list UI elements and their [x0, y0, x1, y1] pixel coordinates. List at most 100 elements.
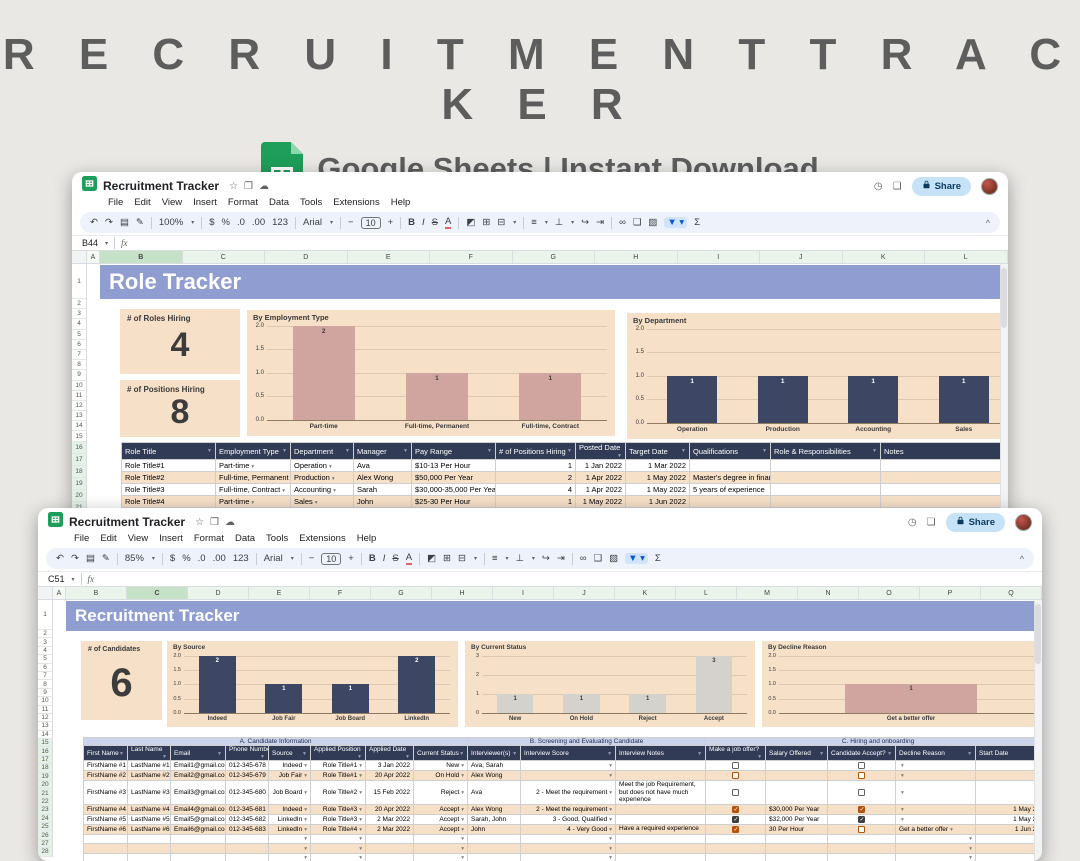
strikethrough-button[interactable]: S [432, 217, 438, 228]
cell[interactable] [828, 761, 896, 771]
column-header-D[interactable]: D [265, 251, 348, 263]
version-history-icon[interactable]: ◷ [874, 181, 883, 192]
column-header-O[interactable]: O [859, 587, 920, 599]
menu-item-view[interactable]: View [162, 197, 182, 208]
cell[interactable] [171, 853, 226, 861]
column-filter-icon[interactable]: ▼ [512, 751, 517, 757]
menu-item-data[interactable]: Data [269, 197, 289, 208]
name-box-caret[interactable]: ▾ [72, 576, 75, 583]
column-header-cell[interactable]: Qualifications▼ [690, 443, 771, 460]
cell[interactable] [366, 853, 414, 861]
row-number-20[interactable]: 20 [38, 781, 53, 789]
row-number-7[interactable]: 7 [38, 672, 53, 680]
insert-link-button[interactable]: ∞ [580, 553, 587, 564]
row-number-6[interactable]: 6 [72, 340, 87, 350]
cell[interactable]: 3 - Good, Qualified▾ [521, 814, 616, 824]
share-button[interactable]: Share [946, 513, 1005, 532]
column-header-cell[interactable]: Department▼ [291, 443, 354, 460]
functions-button[interactable]: Σ [694, 217, 700, 228]
column-filter-icon[interactable]: ▼ [487, 448, 492, 454]
insert-comment-button[interactable]: ❑ [594, 553, 603, 564]
column-filter-icon[interactable]: ▼ [260, 754, 265, 760]
cell[interactable] [171, 844, 226, 854]
cell[interactable] [976, 761, 1042, 771]
cell[interactable]: Alex Wong [468, 771, 521, 781]
dropdown-icon[interactable]: ▾ [359, 790, 362, 796]
cell[interactable]: Job Fair▾ [269, 771, 311, 781]
row-number-22[interactable]: 22 [38, 798, 53, 806]
cell[interactable]: 2 - Meet the requirement▾ [521, 804, 616, 814]
row-number-18[interactable]: 18 [38, 764, 53, 772]
column-filter-icon[interactable]: ▼ [872, 448, 877, 454]
insert-chart-button[interactable]: ▨ [609, 553, 618, 564]
paint-format-button[interactable]: ✎ [136, 217, 144, 228]
dropdown-icon[interactable]: ▾ [304, 817, 307, 823]
cell[interactable] [706, 761, 766, 771]
cell[interactable]: Email3@gmail.com [171, 781, 226, 805]
cell[interactable] [766, 781, 828, 805]
column-header-B[interactable]: B [66, 587, 127, 599]
dropdown-icon[interactable]: ▾ [251, 464, 254, 470]
functions-button[interactable]: Σ [655, 553, 661, 564]
row-number-16[interactable]: 16 [72, 442, 87, 454]
column-header-C[interactable]: C [127, 587, 188, 599]
dropdown-icon[interactable]: ▾ [332, 476, 335, 482]
cell[interactable]: ▾ [414, 844, 468, 854]
column-header-K[interactable]: K [843, 251, 926, 263]
format-currency-button[interactable]: $ [170, 553, 175, 564]
cell[interactable]: ▾ [896, 771, 976, 781]
cell[interactable]: 1 Jan 2022 [576, 460, 626, 472]
cell[interactable]: Reject▾ [414, 781, 468, 805]
row-number-12[interactable]: 12 [38, 714, 53, 722]
cell[interactable]: Role Title#1 [122, 460, 216, 472]
borders-button[interactable]: ⊞ [443, 553, 451, 564]
comment-history-icon[interactable]: ❏ [927, 517, 936, 528]
increase-decimal-button[interactable]: .00 [252, 217, 265, 228]
menu-item-data[interactable]: Data [235, 533, 255, 544]
dropdown-icon[interactable]: ▾ [901, 790, 904, 796]
cell[interactable]: 20 Apr 2022 [366, 771, 414, 781]
cell[interactable] [616, 761, 706, 771]
cell[interactable]: ▾ [269, 834, 311, 844]
bold-button[interactable]: B [408, 217, 415, 228]
menu-item-insert[interactable]: Insert [159, 533, 183, 544]
row-number-21[interactable]: 21 [38, 789, 53, 797]
cell[interactable] [976, 834, 1042, 844]
text-rotate-button[interactable]: ⇥ [557, 553, 565, 564]
text-wrap-button[interactable]: ↪ [581, 217, 589, 228]
checkbox-checked[interactable] [732, 826, 739, 833]
cell[interactable] [828, 814, 896, 824]
column-header-G[interactable]: G [513, 251, 596, 263]
row-number-25[interactable]: 25 [38, 823, 53, 831]
column-header-cell[interactable]: Role Title▼ [122, 443, 216, 460]
column-header-Q[interactable]: Q [981, 587, 1042, 599]
cell[interactable] [226, 853, 269, 861]
cell[interactable] [766, 761, 828, 771]
print-button[interactable]: ▤ [120, 217, 129, 228]
cell[interactable]: Get a better offer▾ [896, 824, 976, 834]
column-filter-icon[interactable]: ▼ [405, 754, 410, 760]
cell[interactable]: LastName #2 [128, 771, 171, 781]
cell[interactable]: Alex Wong [468, 804, 521, 814]
dropdown-icon[interactable]: ▾ [609, 763, 612, 769]
dropdown-icon[interactable]: ▾ [304, 836, 307, 842]
checkbox-unchecked[interactable] [858, 762, 865, 769]
column-filter-icon[interactable]: ▼ [207, 448, 212, 454]
more-formats-button[interactable]: 123 [272, 217, 288, 228]
cell[interactable]: 012-345-681 [226, 804, 269, 814]
cell[interactable]: LastName #4 [128, 804, 171, 814]
column-filter-icon[interactable]: ▼ [567, 448, 572, 454]
row-number-6[interactable]: 6 [38, 664, 53, 672]
row-number-14[interactable]: 14 [38, 731, 53, 739]
menu-item-edit[interactable]: Edit [134, 197, 150, 208]
star-icon[interactable]: ☆ [229, 181, 238, 192]
cell[interactable]: Ava, Sarah [468, 761, 521, 771]
font-select[interactable]: Arial [303, 217, 322, 228]
cell[interactable]: 3 Jan 2022 [366, 761, 414, 771]
text-rotate-button[interactable]: ⇥ [596, 217, 604, 228]
row-number-26[interactable]: 26 [38, 831, 53, 839]
cell[interactable]: FirstName #4 [84, 804, 128, 814]
column-filter-icon[interactable]: ▼ [302, 751, 307, 757]
folder-move-icon[interactable]: ❐ [244, 181, 253, 192]
cell[interactable] [881, 496, 1009, 508]
